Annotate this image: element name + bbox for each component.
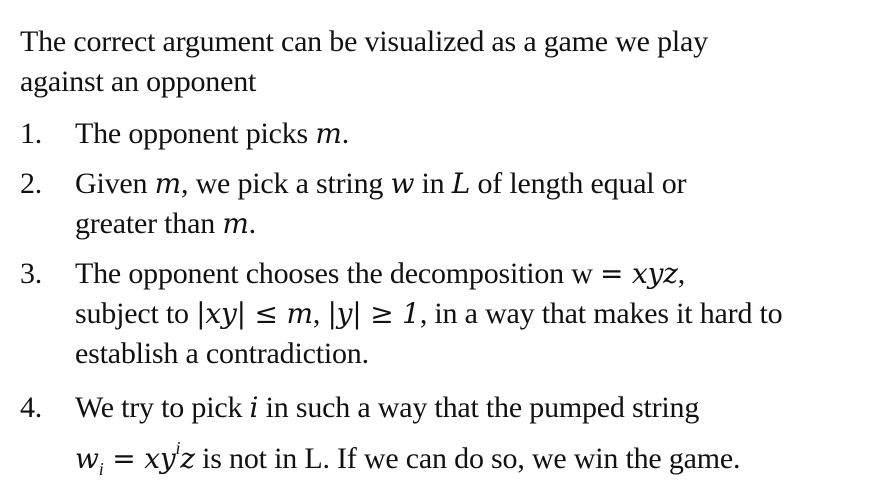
list-item-3-text: The opponent chooses the decomposition w… [75,254,875,374]
text-run: in [414,167,452,200]
list-number-2: 2. [20,167,43,200]
math-L: L [451,167,471,200]
text-run: establish a contradiction. [75,337,369,370]
text-run: in such a way that the pumped string [258,391,700,424]
intro-line-1: The correct argument can be visualized a… [20,25,708,58]
text-run: is not in L. If we can do so, we win the… [194,442,741,475]
text-run: Given [75,167,155,200]
text-run: . [248,207,257,240]
list-number-3: 3. [20,257,43,290]
list-number-4: 4. [20,391,43,424]
text-run: , in a way that makes it hard to [419,297,783,330]
text-run: subject to [75,297,197,330]
intro-paragraph: The correct argument can be visualized a… [20,22,870,102]
list-item-2-text: Given m, we pick a string w in L of leng… [75,164,875,244]
text-run: We try to pick [75,391,250,424]
math-z: z [180,442,195,475]
text-run: The opponent chooses the decomposition w [75,257,601,290]
list-number-1: 1. [20,117,43,150]
text-run: of length equal or [470,167,687,200]
math-m: m [154,167,182,200]
text-run: The opponent picks [75,117,316,150]
text-run: greater than [75,207,223,240]
text-run: , [312,297,328,330]
list-item-1-text: The opponent picks m. [75,114,875,154]
math-i: i [249,391,259,424]
math-xyz: = xyz [600,257,678,290]
text-run: , [677,257,686,290]
math-m: m [222,207,249,240]
math-m: m [315,117,342,150]
math-y-bound: |y| ≥ 1 [327,297,420,330]
intro-line-2: against an opponent [20,65,257,98]
math-xy-bound: |xy| ≤ m [196,297,313,330]
text-run: , we pick a string [180,167,391,200]
math-xy: = xy [103,442,176,475]
math-w: w [390,167,415,200]
slide: The correct argument can be visualized a… [0,0,881,482]
list-item-4-text: We try to pick i in such a way that the … [75,388,875,489]
math-w: w [75,442,99,475]
text-run: . [341,117,350,150]
